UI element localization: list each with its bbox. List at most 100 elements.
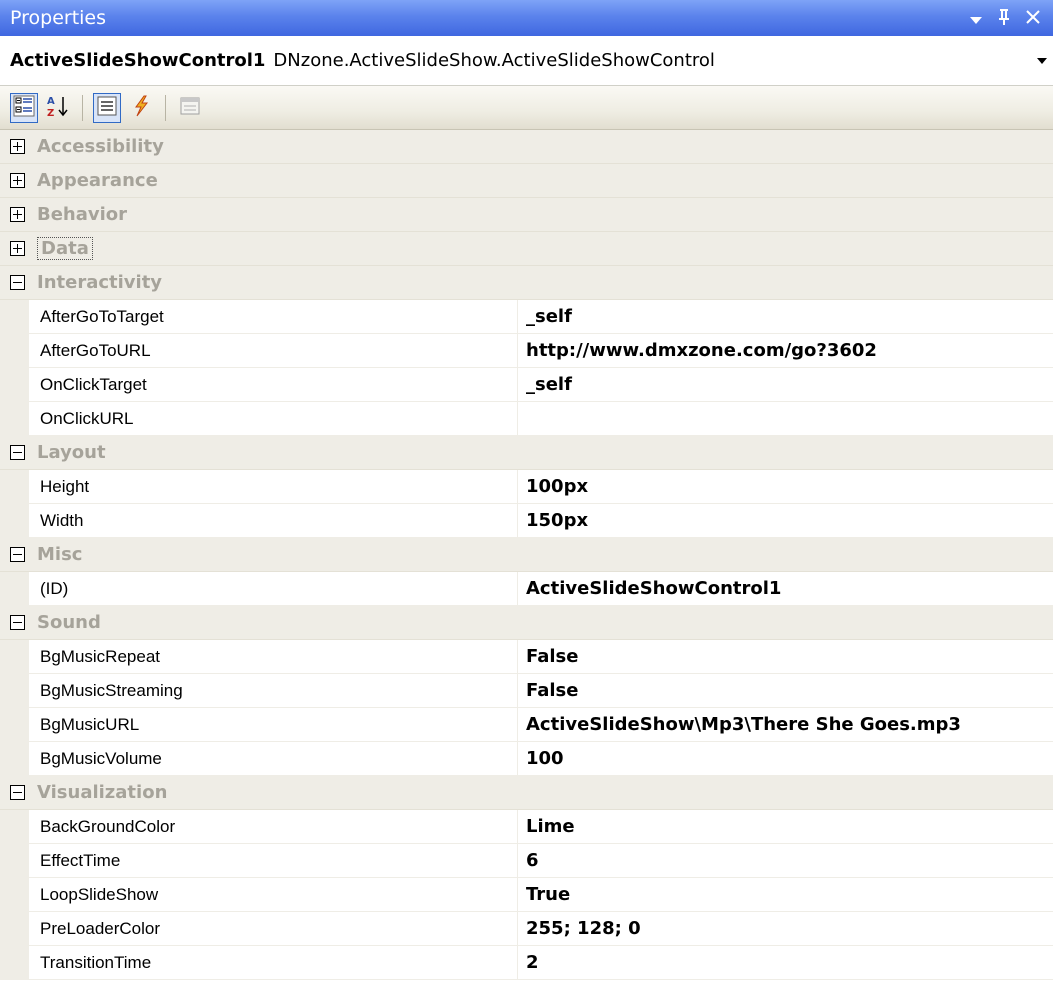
property-name[interactable]: BgMusicStreaming xyxy=(29,674,518,707)
property-value[interactable]: 100px xyxy=(518,470,1053,503)
property-name[interactable]: PreLoaderColor xyxy=(29,912,518,945)
property-name[interactable]: AfterGoToURL xyxy=(29,334,518,367)
category-label: Interactivity xyxy=(37,272,163,293)
property-name[interactable]: BackGroundColor xyxy=(29,810,518,843)
property-row[interactable]: OnClickURL xyxy=(0,402,1053,436)
property-value[interactable]: http://www.dmxzone.com/go?3602 xyxy=(518,334,1053,367)
window-title: Properties xyxy=(10,7,107,29)
property-row[interactable]: BgMusicVolume 100 xyxy=(0,742,1053,776)
property-name[interactable]: LoopSlideShow xyxy=(29,878,518,911)
property-name[interactable]: TransitionTime xyxy=(29,946,518,979)
property-row[interactable]: OnClickTarget _self xyxy=(0,368,1053,402)
property-row[interactable]: TransitionTime 2 xyxy=(0,946,1053,980)
property-name[interactable]: (ID) xyxy=(29,572,518,605)
object-selector-dropdown-icon[interactable] xyxy=(1031,36,1053,86)
category-row-behavior[interactable]: Behavior xyxy=(0,198,1053,232)
property-value[interactable]: 2 xyxy=(518,946,1053,979)
window-position-dropdown-icon[interactable] xyxy=(969,8,983,28)
title-bar[interactable]: Properties xyxy=(0,0,1053,36)
categorized-icon xyxy=(13,95,35,121)
row-gutter xyxy=(0,912,29,945)
alphabetical-button[interactable]: A Z xyxy=(44,93,72,123)
property-pages-button[interactable] xyxy=(176,93,204,123)
close-icon[interactable] xyxy=(1025,8,1041,28)
row-gutter xyxy=(0,878,29,911)
properties-window: Properties ActiveSlideShowControl1 DNzon… xyxy=(0,0,1053,994)
row-gutter xyxy=(0,470,29,503)
row-gutter xyxy=(0,742,29,775)
row-gutter xyxy=(0,504,29,537)
property-row[interactable]: LoopSlideShow True xyxy=(0,878,1053,912)
events-button[interactable] xyxy=(127,93,155,123)
category-label: Accessibility xyxy=(37,136,164,157)
object-selector[interactable]: ActiveSlideShowControl1 DNzone.ActiveSli… xyxy=(0,36,1053,86)
expand-icon[interactable] xyxy=(10,139,25,154)
expand-icon[interactable] xyxy=(10,241,25,256)
property-value[interactable]: ActiveSlideShow\Mp3\There She Goes.mp3 xyxy=(518,708,1053,741)
property-name[interactable]: OnClickURL xyxy=(29,402,518,435)
category-label: Data xyxy=(37,237,93,260)
expand-icon[interactable] xyxy=(10,207,25,222)
category-row-interactivity[interactable]: Interactivity xyxy=(0,266,1053,300)
alphabetical-icon: A Z xyxy=(46,94,70,122)
row-gutter xyxy=(0,334,29,367)
property-name[interactable]: Height xyxy=(29,470,518,503)
property-value[interactable]: False xyxy=(518,640,1053,673)
property-value[interactable]: 255; 128; 0 xyxy=(518,912,1053,945)
property-value[interactable]: ActiveSlideShowControl1 xyxy=(518,572,1053,605)
property-value[interactable]: True xyxy=(518,878,1053,911)
row-gutter xyxy=(0,572,29,605)
property-row[interactable]: Width 150px xyxy=(0,504,1053,538)
collapse-icon[interactable] xyxy=(10,547,25,562)
category-row-sound[interactable]: Sound xyxy=(0,606,1053,640)
auto-hide-pin-icon[interactable] xyxy=(997,8,1011,29)
property-name[interactable]: BgMusicURL xyxy=(29,708,518,741)
property-row[interactable]: AfterGoToTarget _self xyxy=(0,300,1053,334)
category-row-accessibility[interactable]: Accessibility xyxy=(0,130,1053,164)
category-row-appearance[interactable]: Appearance xyxy=(0,164,1053,198)
categorized-button[interactable] xyxy=(10,92,38,123)
category-label: Visualization xyxy=(37,782,168,803)
category-label: Sound xyxy=(37,612,101,633)
property-name[interactable]: Width xyxy=(29,504,518,537)
properties-button[interactable] xyxy=(93,92,121,123)
events-icon xyxy=(130,95,152,121)
toolbar-separator xyxy=(82,94,83,121)
category-row-misc[interactable]: Misc xyxy=(0,538,1053,572)
property-value[interactable]: _self xyxy=(518,368,1053,401)
expand-icon[interactable] xyxy=(10,173,25,188)
category-label: Appearance xyxy=(37,170,158,191)
category-row-layout[interactable]: Layout xyxy=(0,436,1053,470)
property-value[interactable]: Lime xyxy=(518,810,1053,843)
property-name[interactable]: EffectTime xyxy=(29,844,518,877)
property-name[interactable]: AfterGoToTarget xyxy=(29,300,518,333)
property-value[interactable]: 100 xyxy=(518,742,1053,775)
collapse-icon[interactable] xyxy=(10,785,25,800)
row-gutter xyxy=(0,300,29,333)
property-value[interactable]: 150px xyxy=(518,504,1053,537)
property-row[interactable]: BgMusicRepeat False xyxy=(0,640,1053,674)
property-row[interactable]: BackGroundColor Lime xyxy=(0,810,1053,844)
property-value[interactable]: False xyxy=(518,674,1053,707)
property-row[interactable]: AfterGoToURL http://www.dmxzone.com/go?36… xyxy=(0,334,1053,368)
category-row-data[interactable]: Data xyxy=(0,232,1053,266)
property-pages-icon xyxy=(179,95,201,121)
row-gutter xyxy=(0,674,29,707)
property-row[interactable]: Height 100px xyxy=(0,470,1053,504)
property-row[interactable]: BgMusicURL ActiveSlideShow\Mp3\There She … xyxy=(0,708,1053,742)
property-value[interactable]: 6 xyxy=(518,844,1053,877)
property-row[interactable]: PreLoaderColor 255; 128; 0 xyxy=(0,912,1053,946)
selected-object-name: ActiveSlideShowControl1 xyxy=(10,50,266,71)
property-value[interactable] xyxy=(518,402,1053,435)
collapse-icon[interactable] xyxy=(10,445,25,460)
property-row[interactable]: EffectTime 6 xyxy=(0,844,1053,878)
property-row[interactable]: BgMusicStreaming False xyxy=(0,674,1053,708)
property-name[interactable]: OnClickTarget xyxy=(29,368,518,401)
property-value[interactable]: _self xyxy=(518,300,1053,333)
property-row[interactable]: (ID) ActiveSlideShowControl1 xyxy=(0,572,1053,606)
collapse-icon[interactable] xyxy=(10,615,25,630)
property-name[interactable]: BgMusicRepeat xyxy=(29,640,518,673)
collapse-icon[interactable] xyxy=(10,275,25,290)
category-row-visualization[interactable]: Visualization xyxy=(0,776,1053,810)
property-name[interactable]: BgMusicVolume xyxy=(29,742,518,775)
